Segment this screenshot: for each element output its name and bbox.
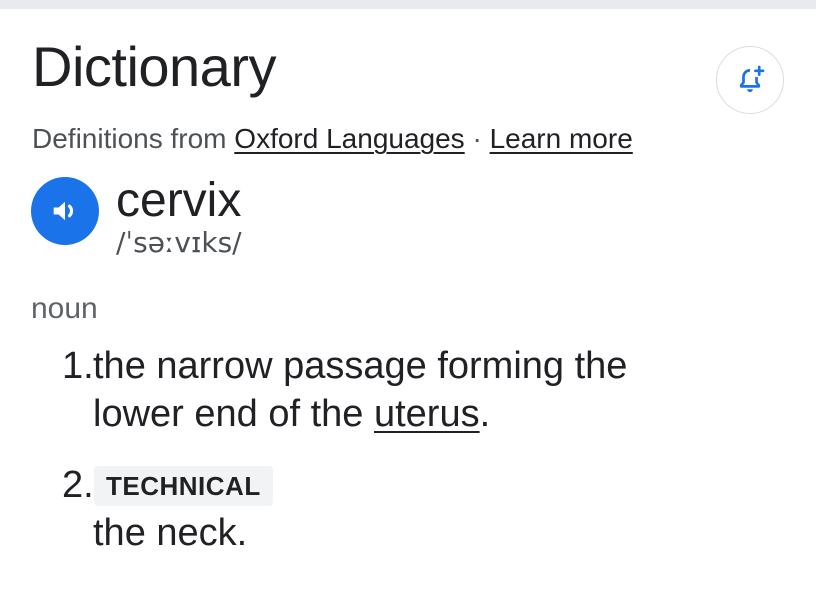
dictionary-card: Dictionary Definitions from Oxford Langu… [0,9,816,600]
pronounce-button[interactable] [31,177,99,245]
definition-number: 2. [62,464,94,506]
source-prefix: Definitions from [32,123,235,154]
definition-line-2-end: . [479,393,491,435]
definitions-source: Definitions from Oxford Languages · Lear… [32,121,633,157]
oxford-languages-link[interactable]: Oxford Languages [234,123,464,154]
definition-number: 1. [62,345,94,387]
add-alert-button[interactable] [716,46,784,114]
add-alert-bell-icon [739,65,765,93]
phonetic-spelling: /ˈsəːvɪks/ [116,226,242,259]
headword: cervix [116,174,242,227]
page-title: Dictionary [32,35,276,98]
speaker-icon [53,201,74,221]
learn-more-link[interactable]: Learn more [490,123,633,154]
part-of-speech: noun [31,292,98,325]
definition-text: the neck. [93,512,248,554]
definition-text: the narrow passage forming the lower end… [93,342,627,438]
top-divider-strip [0,0,816,9]
register-label-badge: TECHNICAL [94,466,273,506]
definition-line-1: the narrow passage forming the [93,345,628,387]
uterus-link[interactable]: uterus [374,393,480,435]
source-separator: · [464,123,490,154]
definition-line-2-start: lower end of the [93,393,374,435]
